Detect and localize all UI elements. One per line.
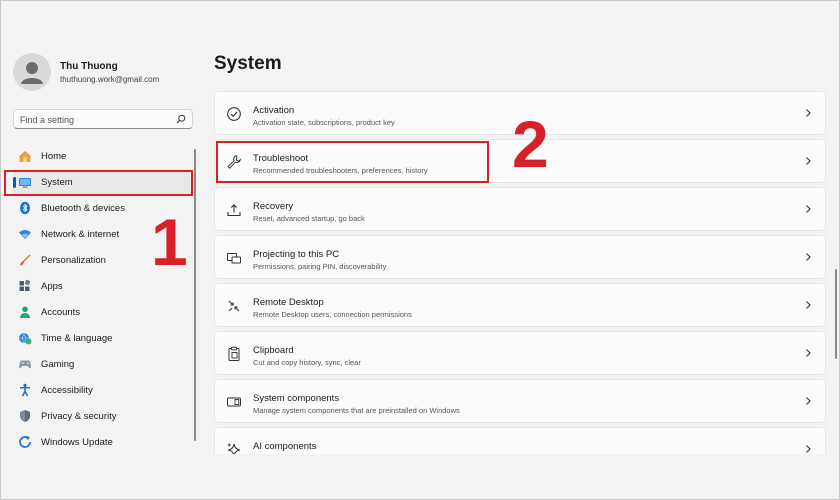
setting-subtitle: Reset, advanced startup, go back <box>253 214 365 223</box>
sidebar-item-time-language[interactable]: Time & language <box>13 325 195 351</box>
chevron-right-icon <box>806 205 811 213</box>
setting-subtitle: Activation state, subscriptions, product… <box>253 118 395 127</box>
chevron-right-icon <box>806 445 811 453</box>
chevron-right-icon <box>806 253 811 261</box>
window-bottom <box>1 454 839 499</box>
sidebar-item-privacy[interactable]: Privacy & security <box>13 403 195 429</box>
remote-desktop-icon <box>228 300 240 312</box>
gamepad-icon <box>18 357 32 371</box>
user-profile[interactable]: Thu Thuong thuthuong.work@gmail.com <box>13 53 159 91</box>
chevron-right-icon <box>806 349 811 357</box>
setting-projecting[interactable]: Projecting to this PC Permissions, pairi… <box>214 235 826 279</box>
chevron-right-icon <box>806 397 811 405</box>
search-box[interactable] <box>13 109 193 129</box>
highlight-system-box <box>4 170 193 196</box>
person-icon <box>18 305 32 319</box>
sidebar-item-label: Bluetooth & devices <box>41 202 125 214</box>
sidebar-item-home[interactable]: Home <box>13 143 195 169</box>
setting-title: Clipboard <box>253 345 294 356</box>
wifi-icon <box>18 227 32 241</box>
sidebar-item-label: Home <box>41 150 67 162</box>
page-title: System <box>214 53 282 74</box>
recovery-icon <box>227 204 241 217</box>
avatar <box>13 53 51 91</box>
setting-title: Recovery <box>253 201 294 212</box>
sidebar-item-label: Accounts <box>41 306 81 318</box>
components-icon <box>227 397 241 407</box>
home-icon <box>18 149 32 163</box>
setting-ai-components[interactable]: AI components <box>214 427 826 454</box>
sparkle-icon <box>227 443 241 454</box>
setting-title: Projecting to this PC <box>253 249 340 260</box>
person-avatar-icon <box>21 62 43 84</box>
chevron-right-icon <box>806 157 811 165</box>
clipboard-icon <box>228 346 240 361</box>
sidebar-item-label: Apps <box>41 280 63 292</box>
setting-subtitle: Manage system components that are preins… <box>253 406 460 415</box>
sidebar-scrollbar[interactable] <box>194 149 196 441</box>
setting-title: Remote Desktop <box>253 297 324 308</box>
bluetooth-icon <box>18 201 32 215</box>
main-scrollbar[interactable] <box>835 269 837 359</box>
shield-icon <box>18 409 32 423</box>
apps-icon <box>18 279 32 293</box>
sidebar-item-label: Network & internet <box>41 228 120 240</box>
settings-window: Thu Thuong thuthuong.work@gmail.com Home <box>0 0 840 500</box>
sidebar-item-gaming[interactable]: Gaming <box>13 351 195 377</box>
chevron-right-icon <box>806 109 811 117</box>
projecting-icon <box>227 253 241 264</box>
sidebar-item-accessibility[interactable]: Accessibility <box>13 377 195 403</box>
setting-clipboard[interactable]: Clipboard Cut and copy history, sync, cl… <box>214 331 826 375</box>
setting-subtitle: Remote Desktop users, connection permiss… <box>253 310 412 319</box>
globe-clock-icon <box>18 331 32 345</box>
step-number-2: 2 <box>512 107 549 181</box>
chevron-right-icon <box>806 301 811 309</box>
update-icon <box>18 435 32 449</box>
setting-remote-desktop[interactable]: Remote Desktop Remote Desktop users, con… <box>214 283 826 327</box>
setting-title: System components <box>253 393 340 404</box>
sidebar-item-label: Gaming <box>41 358 75 370</box>
setting-title: AI components <box>253 441 317 452</box>
setting-recovery[interactable]: Recovery Reset, advanced startup, go bac… <box>214 187 826 231</box>
highlight-troubleshoot-box <box>216 141 489 183</box>
setting-system-components[interactable]: System components Manage system componen… <box>214 379 826 423</box>
search-input[interactable] <box>14 111 170 129</box>
sidebar-item-label: Privacy & security <box>41 410 117 422</box>
sidebar-item-label: Windows Update <box>41 436 113 448</box>
setting-title: Activation <box>253 105 295 116</box>
sidebar-item-windows-update[interactable]: Windows Update <box>13 429 195 455</box>
setting-subtitle: Permissions, pairing PIN, discoverabilit… <box>253 262 387 271</box>
step-number-1: 1 <box>151 205 188 279</box>
setting-subtitle: Cut and copy history, sync, clear <box>253 358 361 367</box>
brush-icon <box>18 253 32 267</box>
sidebar-item-label: Accessibility <box>41 384 93 396</box>
sidebar-item-label: Personalization <box>41 254 106 266</box>
sidebar-item-accounts[interactable]: Accounts <box>13 299 195 325</box>
search-icon[interactable] <box>176 114 186 124</box>
sidebar-item-label: Time & language <box>41 332 113 344</box>
accessibility-icon <box>18 383 32 397</box>
user-email: thuthuong.work@gmail.com <box>60 74 160 84</box>
user-name: Thu Thuong <box>60 60 118 72</box>
check-circle-icon <box>227 107 241 121</box>
